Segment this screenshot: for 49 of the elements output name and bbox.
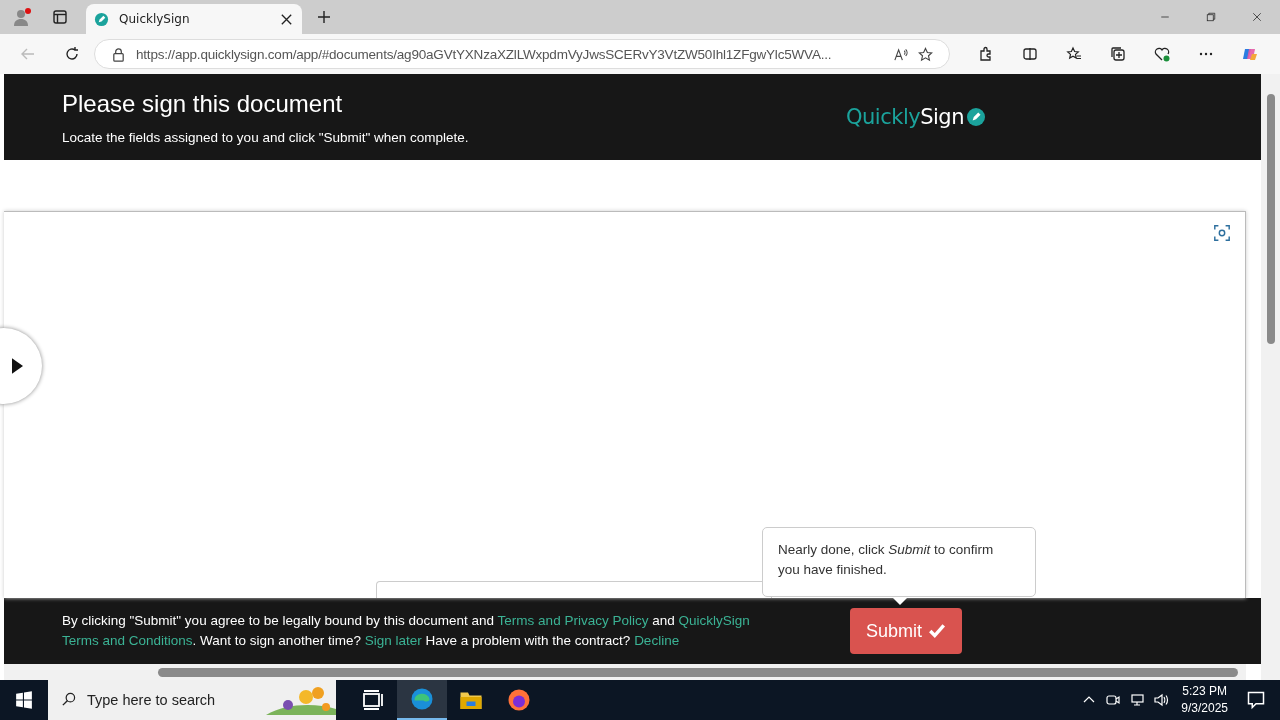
search-field[interactable]: Type here to search	[48, 680, 336, 720]
vertical-scrollbar[interactable]	[1261, 74, 1280, 680]
page-title: Please sign this document	[62, 89, 344, 118]
address-bar[interactable]: https://app.quicklysign.com/app/#documents/ag90aGVtYXNzaXZlLWxpdmVyJwsSCERvY3VtZW50Ihl1ZFgwYlc5WVA...	[94, 39, 950, 69]
copilot-icon[interactable]	[1242, 46, 1258, 62]
check-icon	[928, 622, 946, 640]
footer-link[interactable]: QuicklySign	[678, 613, 750, 628]
lock-icon	[111, 46, 126, 62]
agreement-text: By clicking "Submit" you agree to be legally bound by this document and Terms and Privacy Policy and QuicklySign Terms and Conditions. Want to sign another time? Sign later Have a problem with the contract? Decline	[62, 612, 751, 650]
play-icon	[12, 358, 23, 374]
footer-link[interactable]: Decline	[634, 633, 680, 648]
heartbeat-icon[interactable]	[1154, 46, 1170, 62]
extensions-icon[interactable]	[978, 46, 994, 62]
profile-icon[interactable]	[12, 8, 32, 28]
read-aloud-icon[interactable]	[893, 46, 908, 62]
camera-icon[interactable]	[1105, 692, 1122, 708]
focus-icon[interactable]	[1213, 224, 1231, 242]
submit-button[interactable]: Submit	[850, 608, 962, 654]
refresh-icon[interactable]	[64, 46, 80, 62]
browser-tab[interactable]: QuicklySign	[86, 4, 302, 34]
footer-link[interactable]: Terms and Conditions	[62, 633, 193, 648]
edge-icon[interactable]	[410, 687, 434, 711]
new-tab-icon[interactable]	[316, 9, 332, 25]
search-icon	[61, 692, 76, 707]
pen-icon	[967, 108, 985, 126]
logo-text: QuicklySign	[846, 105, 964, 129]
tab-actions-icon[interactable]	[52, 9, 68, 25]
restore-icon[interactable]	[1205, 11, 1217, 23]
tab-title: QuicklySign	[119, 12, 191, 26]
speaker-icon[interactable]	[1153, 692, 1170, 708]
url-text: https://app.quicklysign.com/app/#documents/ag90aGVtYXNzaXZlLWxpdmVyJwsSCERvY3VtZW50Ihl1ZFgwYlc5WVA...	[136, 46, 833, 62]
horizontal-scrollbar[interactable]	[4, 664, 1246, 680]
firefox-icon[interactable]	[507, 688, 531, 712]
clock-date[interactable]: 9/3/2025	[1181, 700, 1228, 717]
clock-time[interactable]: 5:23 PM	[1182, 683, 1227, 700]
notifications-icon[interactable]	[1246, 690, 1266, 710]
split-screen-icon[interactable]	[1022, 46, 1038, 62]
document-field[interactable]	[376, 581, 772, 598]
star-icon[interactable]	[918, 46, 933, 62]
task-view-icon[interactable]	[361, 688, 385, 712]
footer-link[interactable]: Sign later	[364, 633, 422, 648]
pen-icon	[94, 11, 109, 27]
collections-icon[interactable]	[1110, 46, 1126, 62]
favorites-icon[interactable]	[1066, 46, 1082, 62]
windows-start-icon[interactable]	[15, 691, 33, 709]
footer-link[interactable]: Terms and Privacy Policy	[497, 613, 649, 628]
network-icon[interactable]	[1129, 692, 1146, 708]
tooltip-text: Nearly done, click Submit to confirm you have finished.	[778, 541, 995, 579]
page-subtitle: Locate the fields assigned to you and click "Submit" when complete.	[62, 129, 470, 145]
